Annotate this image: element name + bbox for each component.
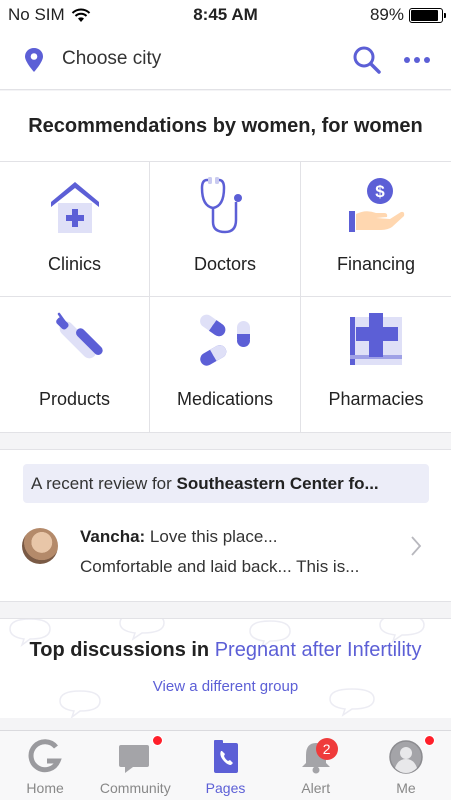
category-financing[interactable]: $ Financing [301,162,451,297]
discussions-title: Top discussions in Pregnant after Infert… [0,639,451,662]
tab-label: Home [26,780,64,796]
more-options-icon[interactable] [404,57,430,63]
pages-phone-icon [213,740,238,773]
pills-icon [200,314,250,366]
tab-home[interactable]: Home [0,731,90,800]
category-label: Doctors [193,254,256,274]
tab-label: Alert [301,780,331,796]
discussions-title-prefix: Top discussions in [29,639,215,661]
notification-dot [423,735,435,746]
category-products[interactable]: Products [0,297,150,432]
category-medications[interactable]: Medications [150,297,301,432]
reviewer-avatar [22,528,58,564]
review-snippet[interactable]: Vancha: Love this place... Comfortable a… [80,522,359,582]
category-label: Medications [176,389,274,409]
community-chat-icon [119,745,150,773]
tab-me[interactable]: Me [361,731,451,800]
category-grid: Clinics Doctors $ Financing Products Med… [0,162,451,432]
review-place-name: Southeastern Center fo... [176,474,379,493]
home-g-icon [28,739,62,773]
category-clinics[interactable]: Clinics [0,162,150,297]
recommendations-title: Recommendations by women, for women [0,91,451,162]
category-label: Financing [336,254,416,274]
profile-icon [389,740,423,774]
review-author: Vancha: [80,527,146,546]
category-label: Pharmacies [328,389,424,409]
review-banner-prefix: A recent review for [31,474,177,493]
category-label: Products [38,389,111,409]
chat-bubble-pattern [9,619,425,718]
category-label: Clinics [47,254,101,274]
battery-percent: 89% [369,5,404,24]
stethoscope-icon [200,177,242,234]
pharmacy-cross-icon [350,313,402,365]
tab-label: Community [99,780,171,796]
recent-review-card[interactable]: A recent review for Southeastern Center … [0,449,451,602]
svg-text:$: $ [375,182,385,201]
tab-community[interactable]: Community [90,731,180,800]
alert-count-badge: 2 [315,738,338,760]
category-doctors[interactable]: Doctors [150,162,301,297]
thermometer-icon [55,312,103,359]
recommendations-card: Recommendations by women, for women Clin… [0,91,451,433]
choose-city-button[interactable]: Choose city [62,48,161,70]
view-different-group-link[interactable]: View a different group [0,678,451,695]
battery-group: 89% [369,5,446,25]
category-pharmacies[interactable]: Pharmacies [301,297,451,432]
location-pin-icon[interactable] [24,47,44,73]
clinic-house-icon [50,182,99,233]
tab-label: Pages [205,780,246,796]
tab-bar: Home Community Pages 2 Alert Me [0,730,451,800]
chevron-right-icon[interactable] [410,535,422,557]
review-banner[interactable]: A recent review for Southeastern Center … [23,464,429,503]
review-line-1-text: Love this place... [145,527,278,546]
group-name-link[interactable]: Pregnant after Infertility [215,639,422,661]
status-bar: No SIM 8:45 AM 89% [0,0,451,30]
top-bar: Choose city [0,30,451,90]
tab-alert[interactable]: 2 Alert [271,731,361,800]
battery-fill [411,9,438,21]
review-line-1: Vancha: Love this place... [80,522,359,552]
tab-pages[interactable]: Pages [180,731,270,800]
search-icon[interactable] [352,45,382,75]
battery-icon [409,7,446,23]
review-line-2: Comfortable and laid back... This is... [80,557,360,576]
top-discussions-card: Top discussions in Pregnant after Infert… [0,618,451,718]
tab-label: Me [396,780,416,796]
financing-hand-icon: $ [349,178,405,232]
